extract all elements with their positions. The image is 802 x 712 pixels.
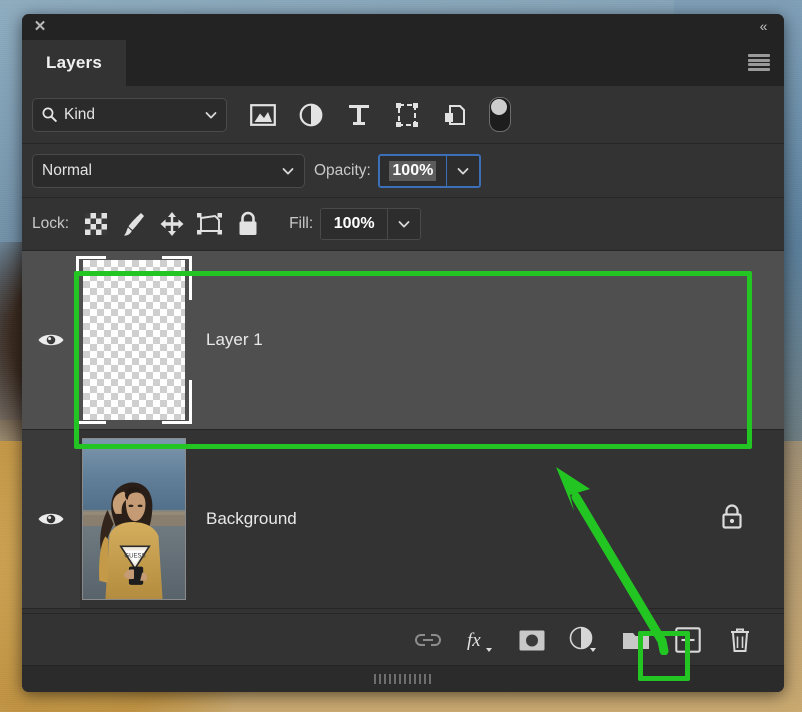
eye-icon [38, 334, 64, 346]
svg-text:GUESS: GUESS [124, 552, 145, 559]
eye-icon [38, 513, 64, 525]
lock-fill-bar: Lock: Fill: 100% [22, 198, 784, 250]
layer-list: Layer 1 GUESS Background [22, 251, 784, 609]
layers-panel: ✕ « Layers Kind Normal Opacity: 100% Loc… [22, 14, 784, 692]
opacity-value: 100% [389, 160, 437, 181]
search-icon [42, 107, 57, 122]
layer-thumbnail-wrap[interactable]: GUESS [80, 438, 188, 600]
close-icon[interactable]: ✕ [30, 17, 50, 37]
table-row[interactable]: GUESS Background [22, 430, 784, 609]
layer-visibility-toggle[interactable] [22, 430, 80, 608]
layer-thumbnail-wrap[interactable] [76, 256, 192, 424]
opacity-label: Opacity: [314, 161, 371, 179]
lock-position-move-icon[interactable] [153, 206, 191, 242]
blend-opacity-bar: Normal Opacity: 100% [22, 144, 784, 197]
fill-label: Fill: [289, 215, 314, 232]
panel-bottom-bar [22, 665, 784, 692]
new-group-folder-icon[interactable] [614, 620, 658, 660]
tab-layers-label: Layers [46, 53, 103, 72]
filter-adjustment-layers-icon[interactable] [287, 95, 335, 135]
layer-locked-icon [720, 503, 744, 536]
panel-menu-icon[interactable] [748, 54, 770, 71]
panel-tabstrip: Layers [22, 40, 784, 86]
opacity-dropdown-arrow[interactable] [445, 155, 479, 186]
filter-shape-layers-icon[interactable] [383, 95, 431, 135]
tab-layers[interactable]: Layers [22, 40, 127, 86]
opacity-input[interactable]: 100% [379, 155, 446, 186]
blend-mode-value: Normal [42, 161, 92, 179]
layer-name: Background [206, 509, 297, 528]
filter-bar: Kind [22, 86, 784, 143]
layer-name: Layer 1 [206, 330, 263, 349]
add-layer-mask-icon[interactable] [510, 620, 554, 660]
filter-type-layers-icon[interactable] [335, 95, 383, 135]
lock-transparent-pixels-icon[interactable] [77, 206, 115, 242]
opacity-field-group[interactable]: 100% [377, 153, 481, 188]
filter-kind-select[interactable]: Kind [32, 97, 227, 132]
new-layer-icon[interactable] [666, 620, 710, 660]
filter-enable-toggle[interactable] [489, 97, 511, 132]
fill-field-group[interactable]: 100% [320, 208, 422, 240]
filter-smart-object-icon[interactable] [431, 95, 479, 135]
fill-dropdown-arrow[interactable] [387, 209, 421, 239]
layer-thumbnail-transparent [83, 260, 185, 420]
filter-type-buttons [239, 95, 511, 135]
lock-image-pixels-brush-icon[interactable] [115, 206, 153, 242]
lock-artboard-nesting-icon[interactable] [191, 206, 229, 242]
layer-visibility-toggle[interactable] [22, 251, 80, 429]
fill-value: 100% [333, 215, 375, 232]
delete-layer-trash-icon[interactable] [718, 620, 762, 660]
toggle-knob [491, 99, 507, 115]
layers-footer-toolbar: fx [22, 613, 784, 666]
lock-all-padlock-icon[interactable] [229, 206, 267, 242]
panel-titlebar: ✕ « [22, 14, 784, 40]
chevron-down-icon [282, 167, 294, 175]
collapse-double-chevron-icon[interactable]: « [752, 17, 774, 37]
screenshot-root: ✕ « Layers Kind Normal Opacity: 100% Loc… [0, 0, 802, 712]
table-row[interactable]: Layer 1 [22, 251, 784, 430]
link-layers-icon[interactable] [406, 620, 450, 660]
layer-style-fx-icon[interactable]: fx [458, 620, 502, 660]
layer-thumbnail-photo: GUESS [82, 438, 186, 600]
chevron-down-icon [398, 221, 410, 228]
fill-input[interactable]: 100% [321, 209, 388, 239]
chevron-down-icon [457, 167, 469, 175]
blend-mode-select[interactable]: Normal [32, 153, 305, 188]
chevron-down-icon [205, 111, 217, 119]
lock-label: Lock: [32, 215, 70, 232]
svg-text:fx: fx [467, 630, 481, 651]
filter-pixel-layers-icon[interactable] [239, 95, 287, 135]
panel-body: Kind Normal Opacity: 100% Lock: Fill: 10… [22, 86, 784, 692]
resize-grip[interactable] [374, 674, 432, 684]
new-adjustment-layer-icon[interactable] [562, 620, 606, 660]
filter-kind-label: Kind [64, 105, 96, 123]
